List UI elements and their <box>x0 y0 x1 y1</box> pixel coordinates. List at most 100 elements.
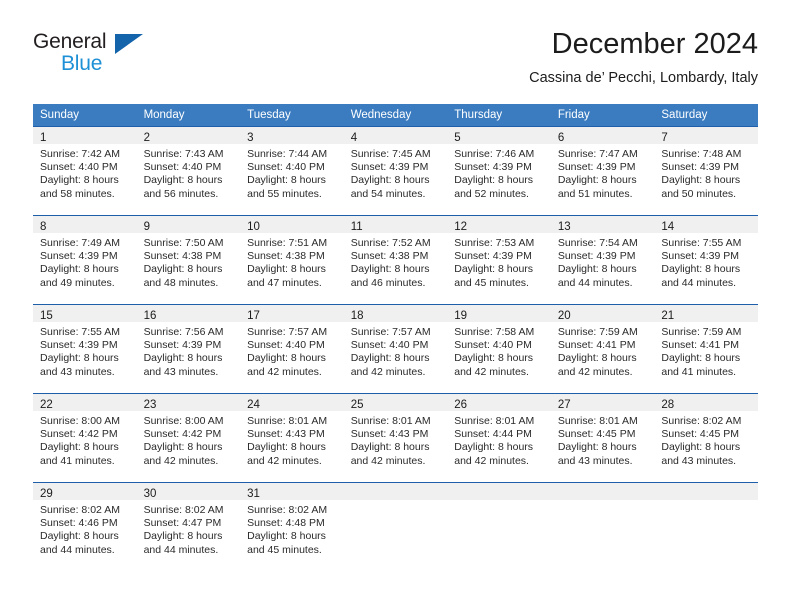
calendar-day-cell[interactable]: 3 Sunrise: 7:44 AM Sunset: 4:40 PM Daylight… <box>240 126 344 216</box>
day-number: 21 <box>661 310 675 322</box>
calendar-day-cell <box>447 482 551 571</box>
daylight-duration-line2: and 42 minutes. <box>143 454 219 467</box>
day-number-band: 31 <box>240 483 344 500</box>
day-info: Sunrise: 7:45 AM Sunset: 4:39 PM Daylight:… <box>344 144 448 201</box>
day-info: Sunrise: 7:59 AM Sunset: 4:41 PM Daylight:… <box>654 322 758 379</box>
sunset-time: Sunset: 4:38 PM <box>247 250 325 263</box>
calendar-day-cell[interactable]: 31 Sunrise: 8:02 AM Sunset: 4:48 PM Dayligh… <box>240 482 344 571</box>
day-cell-inner: 1 Sunrise: 7:42 AM Sunset: 4:40 PM Daylight… <box>33 127 137 215</box>
day-number: 5 <box>454 132 461 144</box>
sunset-time: Sunset: 4:43 PM <box>247 428 325 441</box>
daylight-duration-line2: and 52 minutes. <box>454 187 529 200</box>
calendar-day-cell[interactable]: 13 Sunrise: 7:54 AM Sunset: 4:39 PM Dayligh… <box>550 215 655 305</box>
calendar-day-cell[interactable]: 23 Sunrise: 8:00 AM Sunset: 4:42 PM Dayligh… <box>136 393 241 483</box>
calendar-day-cell[interactable]: 14 Sunrise: 7:55 AM Sunset: 4:39 PM Dayligh… <box>654 215 758 305</box>
daylight-duration-line1: Daylight: 8 hours <box>40 263 119 276</box>
day-cell-inner: 13 Sunrise: 7:54 AM Sunset: 4:39 PM Dayligh… <box>550 216 655 304</box>
sunrise-time: Sunrise: 8:02 AM <box>247 504 328 516</box>
calendar-day-cell[interactable]: 19 Sunrise: 7:58 AM Sunset: 4:40 PM Dayligh… <box>447 304 551 394</box>
calendar-day-cell[interactable]: 6 Sunrise: 7:47 AM Sunset: 4:39 PM Daylight… <box>550 126 655 216</box>
day-number: 28 <box>661 399 675 411</box>
day-info: Sunrise: 7:47 AM Sunset: 4:39 PM Daylight:… <box>551 144 655 201</box>
sunrise-time: Sunrise: 7:56 AM <box>143 326 224 338</box>
weekday-header-friday: Friday <box>550 104 655 127</box>
calendar-day-cell[interactable]: 5 Sunrise: 7:46 AM Sunset: 4:39 PM Daylight… <box>447 126 551 216</box>
calendar-day-cell[interactable]: 26 Sunrise: 8:01 AM Sunset: 4:44 PM Dayligh… <box>447 393 551 483</box>
day-number: 11 <box>350 221 363 233</box>
weekday-header-wednesday: Wednesday <box>343 104 448 127</box>
weekday-header-row: Sunday Monday Tuesday Wednesday Thursday… <box>33 104 758 127</box>
sunrise-time: Sunrise: 8:00 AM <box>40 415 120 427</box>
day-number-band <box>550 483 655 500</box>
daylight-duration-line1: Daylight: 8 hours <box>143 441 223 454</box>
calendar-day-cell[interactable]: 24 Sunrise: 8:01 AM Sunset: 4:43 PM Dayligh… <box>240 393 344 483</box>
calendar-day-cell[interactable]: 7 Sunrise: 7:48 AM Sunset: 4:39 PM Daylight… <box>654 126 758 216</box>
sunrise-time: Sunrise: 8:02 AM <box>143 504 224 516</box>
day-cell-inner: 10 Sunrise: 7:51 AM Sunset: 4:38 PM Dayligh… <box>240 216 344 304</box>
calendar-day-cell[interactable]: 1 Sunrise: 7:42 AM Sunset: 4:40 PM Daylight… <box>33 126 137 216</box>
day-number-band: 14 <box>654 216 758 233</box>
calendar-day-cell[interactable]: 12 Sunrise: 7:53 AM Sunset: 4:39 PM Dayligh… <box>447 215 551 305</box>
day-number-band: 26 <box>447 394 551 411</box>
calendar-day-cell[interactable]: 10 Sunrise: 7:51 AM Sunset: 4:38 PM Dayligh… <box>240 215 344 305</box>
day-cell-inner <box>550 483 655 571</box>
sunset-time: Sunset: 4:43 PM <box>350 428 429 441</box>
day-number-band <box>654 483 758 500</box>
daylight-duration-line1: Daylight: 8 hours <box>661 263 741 276</box>
sunset-time: Sunset: 4:39 PM <box>143 339 222 352</box>
daylight-duration-line2: and 43 minutes. <box>143 365 219 378</box>
day-info: Sunrise: 8:00 AM Sunset: 4:42 PM Daylight:… <box>33 411 137 468</box>
daylight-duration-line1: Daylight: 8 hours <box>557 174 637 187</box>
calendar-day-cell[interactable]: 4 Sunrise: 7:45 AM Sunset: 4:39 PM Daylight… <box>343 126 448 216</box>
sunrise-time: Sunrise: 8:01 AM <box>557 415 638 427</box>
calendar-day-cell[interactable]: 8 Sunrise: 7:49 AM Sunset: 4:39 PM Daylight… <box>33 215 137 305</box>
day-info: Sunrise: 8:02 AM Sunset: 4:48 PM Daylight:… <box>240 500 344 557</box>
calendar-day-cell[interactable]: 11 Sunrise: 7:52 AM Sunset: 4:38 PM Dayligh… <box>343 215 448 305</box>
calendar-day-cell[interactable]: 21 Sunrise: 7:59 AM Sunset: 4:41 PM Dayligh… <box>654 304 758 394</box>
calendar-day-cell[interactable]: 22 Sunrise: 8:00 AM Sunset: 4:42 PM Dayligh… <box>33 393 137 483</box>
daylight-duration-line2: and 50 minutes. <box>661 187 737 200</box>
day-number-band: 10 <box>240 216 344 233</box>
calendar-day-cell[interactable]: 28 Sunrise: 8:02 AM Sunset: 4:45 PM Dayligh… <box>654 393 758 483</box>
daylight-duration-line2: and 41 minutes. <box>40 454 115 467</box>
daylight-duration-line1: Daylight: 8 hours <box>247 530 326 543</box>
day-number: 3 <box>247 132 254 144</box>
daylight-duration-line2: and 51 minutes. <box>557 187 633 200</box>
daylight-duration-line2: and 42 minutes. <box>350 365 426 378</box>
calendar-body: 1 Sunrise: 7:42 AM Sunset: 4:40 PM Daylight… <box>33 126 758 571</box>
day-cell-inner: 16 Sunrise: 7:56 AM Sunset: 4:39 PM Dayligh… <box>136 305 241 393</box>
calendar-day-cell[interactable]: 17 Sunrise: 7:57 AM Sunset: 4:40 PM Dayligh… <box>240 304 344 394</box>
day-cell-inner: 9 Sunrise: 7:50 AM Sunset: 4:38 PM Daylight… <box>136 216 241 304</box>
calendar-day-cell <box>654 482 758 571</box>
sunrise-time: Sunrise: 7:50 AM <box>143 237 224 249</box>
sunset-time: Sunset: 4:39 PM <box>661 250 740 263</box>
daylight-duration-line2: and 42 minutes. <box>350 454 426 467</box>
day-number: 26 <box>454 399 468 411</box>
logo-text-general: General <box>33 30 107 53</box>
general-blue-logo[interactable]: General Blue <box>33 27 163 87</box>
sunset-time: Sunset: 4:41 PM <box>557 339 636 352</box>
daylight-duration-line1: Daylight: 8 hours <box>143 263 223 276</box>
daylight-duration-line2: and 45 minutes. <box>247 543 322 556</box>
sunrise-time: Sunrise: 7:48 AM <box>661 148 742 160</box>
day-cell-inner: 23 Sunrise: 8:00 AM Sunset: 4:42 PM Dayligh… <box>136 394 241 482</box>
day-number-band: 5 <box>447 127 551 144</box>
calendar-day-cell[interactable]: 30 Sunrise: 8:02 AM Sunset: 4:47 PM Dayligh… <box>136 482 241 571</box>
sunrise-time: Sunrise: 7:55 AM <box>40 326 120 338</box>
sunset-time: Sunset: 4:39 PM <box>661 161 740 174</box>
calendar-day-cell[interactable]: 25 Sunrise: 8:01 AM Sunset: 4:43 PM Dayligh… <box>343 393 448 483</box>
calendar-day-cell[interactable]: 18 Sunrise: 7:57 AM Sunset: 4:40 PM Dayligh… <box>343 304 448 394</box>
calendar-day-cell[interactable]: 15 Sunrise: 7:55 AM Sunset: 4:39 PM Dayligh… <box>33 304 137 394</box>
day-info: Sunrise: 7:59 AM Sunset: 4:41 PM Daylight:… <box>551 322 655 379</box>
calendar-day-cell[interactable]: 20 Sunrise: 7:59 AM Sunset: 4:41 PM Dayligh… <box>550 304 655 394</box>
day-number: 17 <box>247 310 260 322</box>
calendar-day-cell[interactable]: 9 Sunrise: 7:50 AM Sunset: 4:38 PM Daylight… <box>136 215 241 305</box>
calendar-day-cell[interactable]: 16 Sunrise: 7:56 AM Sunset: 4:39 PM Dayligh… <box>136 304 241 394</box>
calendar-day-cell[interactable]: 2 Sunrise: 7:43 AM Sunset: 4:40 PM Daylight… <box>136 126 241 216</box>
daylight-duration-line2: and 44 minutes. <box>40 543 115 556</box>
calendar-day-cell[interactable]: 29 Sunrise: 8:02 AM Sunset: 4:46 PM Dayligh… <box>33 482 137 571</box>
calendar-day-cell[interactable]: 27 Sunrise: 8:01 AM Sunset: 4:45 PM Dayligh… <box>550 393 655 483</box>
daylight-duration-line1: Daylight: 8 hours <box>661 352 741 365</box>
day-number-band: 1 <box>33 127 137 144</box>
day-number: 1 <box>40 132 47 144</box>
